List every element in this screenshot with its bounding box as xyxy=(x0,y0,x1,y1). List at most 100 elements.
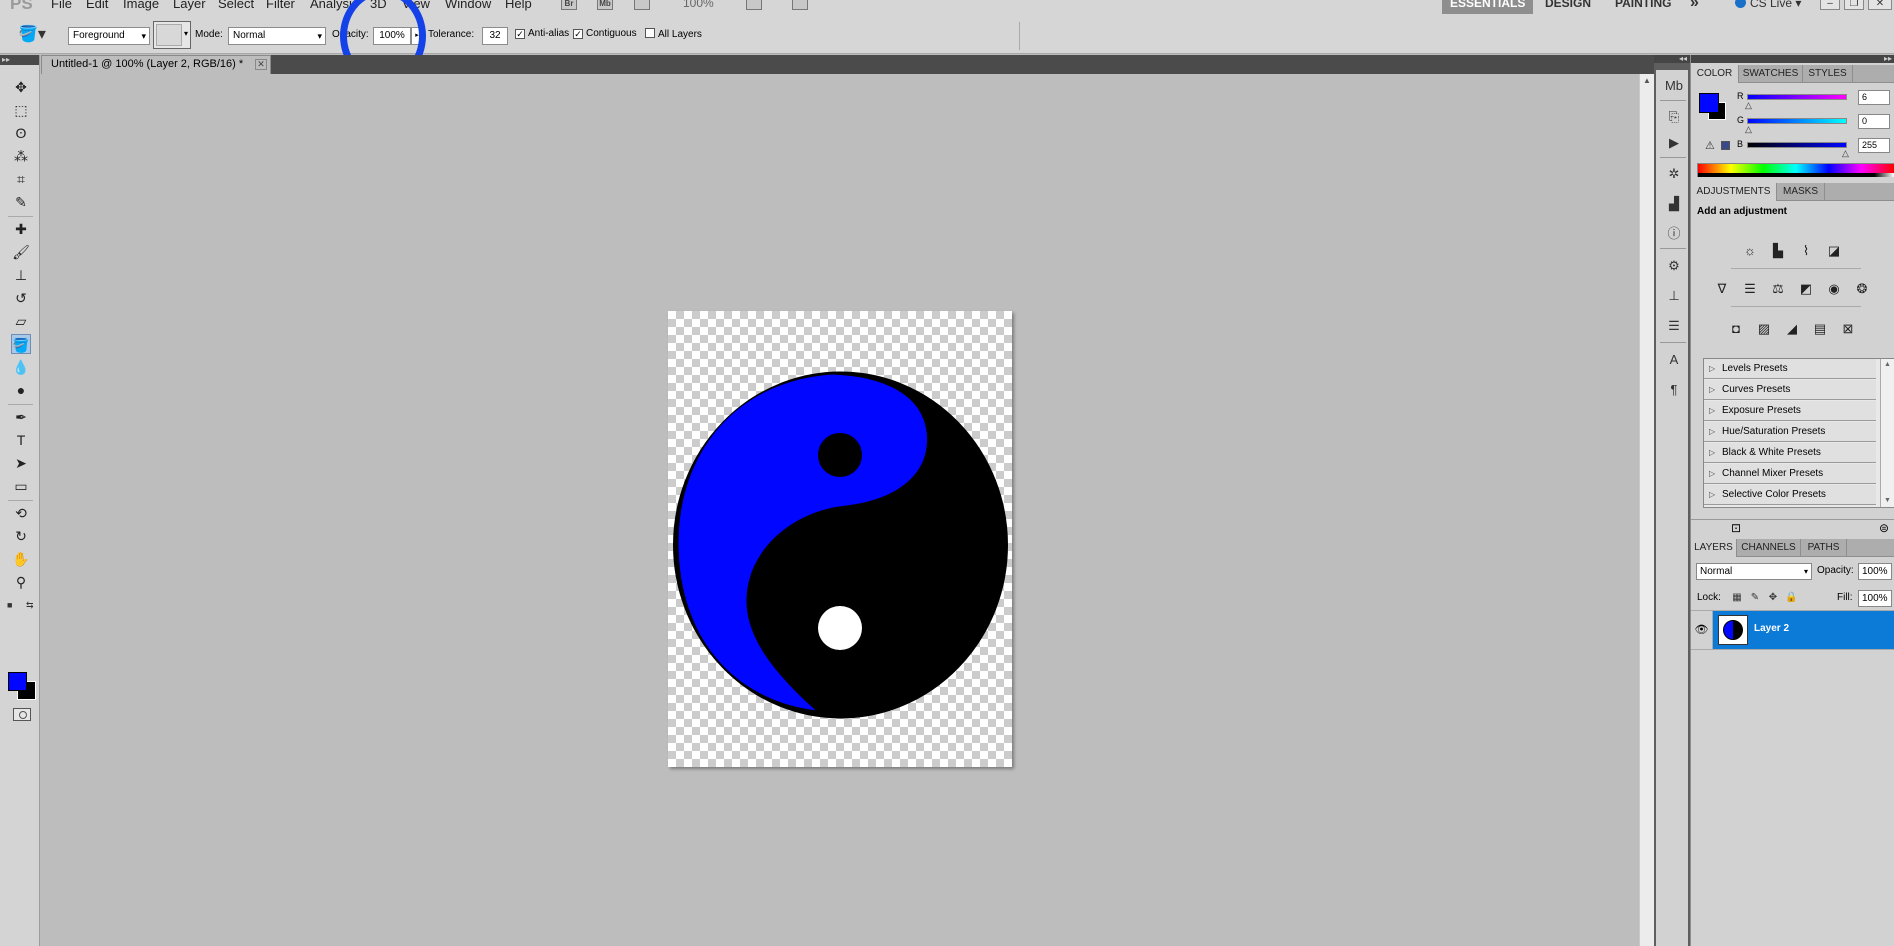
menu-file[interactable]: File xyxy=(51,0,72,11)
workspace-design[interactable]: DESIGN xyxy=(1545,0,1591,10)
clip-to-layer-icon[interactable]: ⊜ xyxy=(1879,521,1889,535)
tab-masks[interactable]: MASKS xyxy=(1777,183,1825,201)
info-panel-icon[interactable]: ⓘ xyxy=(1664,224,1684,244)
visibility-eye-icon[interactable]: 👁 xyxy=(1691,611,1713,649)
clone-stamp-tool-icon[interactable]: ⊥ xyxy=(11,265,31,285)
vibrance-icon[interactable]: ∇ xyxy=(1711,277,1733,299)
red-slider[interactable] xyxy=(1747,94,1847,100)
photo-filter-icon[interactable]: ◉ xyxy=(1823,277,1845,299)
threshold-icon[interactable]: ◢ xyxy=(1781,317,1803,339)
marquee-tool-icon[interactable]: ⬚ xyxy=(11,100,31,120)
zoom-tool-icon[interactable]: ⚲ xyxy=(11,572,31,592)
tab-adjustments[interactable]: ADJUSTMENTS xyxy=(1691,183,1777,201)
minimize-button[interactable]: – xyxy=(1820,0,1840,10)
slider-thumb-icon[interactable]: △ xyxy=(1745,124,1752,135)
tool-presets-panel-icon[interactable]: ☰ xyxy=(1664,316,1684,336)
close-icon[interactable]: ✕ xyxy=(255,59,267,70)
history-brush-tool-icon[interactable]: ↺ xyxy=(11,288,31,308)
histogram-panel-icon[interactable]: ▟ xyxy=(1664,194,1684,214)
hue-saturation-icon[interactable]: ☰ xyxy=(1739,277,1761,299)
preset-levels[interactable]: ▷ Levels Presets xyxy=(1704,359,1876,379)
red-value-input[interactable]: 6 xyxy=(1858,90,1890,105)
default-colors-icon[interactable]: ■ xyxy=(7,600,12,610)
gradient-map-icon[interactable]: ▤ xyxy=(1809,317,1831,339)
opacity-slider-button[interactable]: ▸ xyxy=(411,27,423,45)
bridge-button[interactable]: Br xyxy=(561,0,577,10)
expand-view-icon[interactable]: ⊡ xyxy=(1731,521,1741,535)
menu-layer[interactable]: Layer xyxy=(173,0,206,11)
path-selection-tool-icon[interactable]: ➤ xyxy=(11,453,31,473)
eyedropper-tool-icon[interactable]: ✎ xyxy=(11,192,31,212)
presets-scrollbar[interactable]: ▲ ▼ xyxy=(1880,359,1894,507)
lock-transparency-icon[interactable]: ▦ xyxy=(1731,592,1743,604)
blue-slider[interactable] xyxy=(1747,142,1847,148)
panel-collapse-icon[interactable]: ▸▸ xyxy=(1691,55,1894,63)
tab-layers[interactable]: LAYERS xyxy=(1691,539,1737,557)
minibridge-button[interactable]: Mb xyxy=(597,0,613,10)
pattern-picker[interactable]: ▾ xyxy=(153,21,191,49)
web-safe-color-swatch[interactable] xyxy=(1721,141,1730,150)
screen-mode-button[interactable] xyxy=(792,0,808,10)
pen-tool-icon[interactable]: ✒ xyxy=(11,407,31,427)
cs-live-button[interactable]: CS Live ▾ xyxy=(1735,0,1801,10)
color-balance-icon[interactable]: ⚖ xyxy=(1767,277,1789,299)
panel-foreground-swatch[interactable] xyxy=(1699,93,1719,113)
green-value-input[interactable]: 0 xyxy=(1858,114,1890,129)
arrange-documents-button[interactable] xyxy=(746,0,762,10)
lock-image-icon[interactable]: ✎ xyxy=(1749,592,1761,604)
contiguous-checkbox[interactable]: ✓ Contiguous xyxy=(573,28,637,39)
zoom-level[interactable]: 100% xyxy=(683,0,714,10)
tab-styles[interactable]: STYLES xyxy=(1803,65,1853,83)
history-panel-icon[interactable]: ⎘ xyxy=(1664,107,1684,127)
selective-color-icon[interactable]: ⊠ xyxy=(1837,317,1859,339)
preset-selective-color[interactable]: ▷ Selective Color Presets xyxy=(1704,485,1876,505)
menu-filter[interactable]: Filter xyxy=(266,0,295,11)
workspace-essentials[interactable]: ESSENTIALS xyxy=(1442,0,1534,14)
paragraph-panel-icon[interactable]: ¶ xyxy=(1664,380,1684,400)
restore-button[interactable]: ❐ xyxy=(1844,0,1864,10)
hand-tool-icon[interactable]: ✋ xyxy=(11,549,31,569)
lock-all-icon[interactable]: 🔒 xyxy=(1785,592,1797,604)
eraser-tool-icon[interactable]: ▱ xyxy=(11,311,31,331)
brightness-contrast-icon[interactable]: ☼ xyxy=(1739,239,1761,261)
blur-tool-icon[interactable]: 💧 xyxy=(11,357,31,377)
layer-opacity-input[interactable]: 100% xyxy=(1858,563,1892,580)
menu-3d[interactable]: 3D xyxy=(370,0,387,11)
lasso-tool-icon[interactable]: ʘ xyxy=(11,123,31,143)
menu-edit[interactable]: Edit xyxy=(86,0,108,11)
levels-icon[interactable]: ▙ xyxy=(1767,239,1789,261)
quick-mask-icon[interactable] xyxy=(13,708,31,721)
tolerance-input[interactable]: 32 xyxy=(482,27,508,45)
document-canvas[interactable] xyxy=(668,311,1012,767)
navigator-panel-icon[interactable]: ✲ xyxy=(1664,164,1684,184)
black-white-icon[interactable]: ◩ xyxy=(1795,277,1817,299)
dock-collapse-icon[interactable]: ◂◂ xyxy=(1654,55,1690,63)
opacity-input[interactable]: 100% xyxy=(373,27,411,45)
layer-fill-input[interactable]: 100% xyxy=(1858,590,1892,607)
toolbox-grip[interactable]: ▸▸ xyxy=(0,55,39,65)
quick-selection-tool-icon[interactable]: ⁂ xyxy=(11,146,31,166)
tab-swatches[interactable]: SWATCHES xyxy=(1739,65,1803,83)
menu-view[interactable]: View xyxy=(402,0,430,11)
tab-color[interactable]: COLOR xyxy=(1691,65,1739,83)
dodge-tool-icon[interactable]: ● xyxy=(11,380,31,400)
swap-colors-icon[interactable]: ⇆ xyxy=(26,600,34,611)
brush-tool-icon[interactable]: 🖌 xyxy=(11,242,31,262)
menu-help[interactable]: Help xyxy=(505,0,532,11)
move-tool-icon[interactable]: ✥ xyxy=(11,77,31,97)
channel-mixer-icon[interactable]: ❂ xyxy=(1851,277,1873,299)
minibridge-panel-icon[interactable]: Mb xyxy=(1664,76,1684,96)
close-window-button[interactable]: ✕ xyxy=(1868,0,1892,10)
preset-curves[interactable]: ▷ Curves Presets xyxy=(1704,380,1876,400)
crop-tool-icon[interactable]: ⌗ xyxy=(11,169,31,189)
3d-rotate-tool-icon[interactable]: ⟲ xyxy=(11,503,31,523)
preset-black-white[interactable]: ▷ Black & White Presets xyxy=(1704,443,1876,463)
view-extras-button[interactable] xyxy=(634,0,650,10)
scroll-up-icon[interactable]: ▲ xyxy=(1643,76,1651,85)
menu-select[interactable]: Select xyxy=(218,0,254,11)
mode-select[interactable]: Normal ▾ xyxy=(228,27,326,45)
layer-name[interactable]: Layer 2 xyxy=(1754,623,1789,634)
tab-channels[interactable]: CHANNELS xyxy=(1737,539,1801,557)
clone-source-panel-icon[interactable]: ⊥ xyxy=(1664,286,1684,306)
preset-channel-mixer[interactable]: ▷ Channel Mixer Presets xyxy=(1704,464,1876,484)
